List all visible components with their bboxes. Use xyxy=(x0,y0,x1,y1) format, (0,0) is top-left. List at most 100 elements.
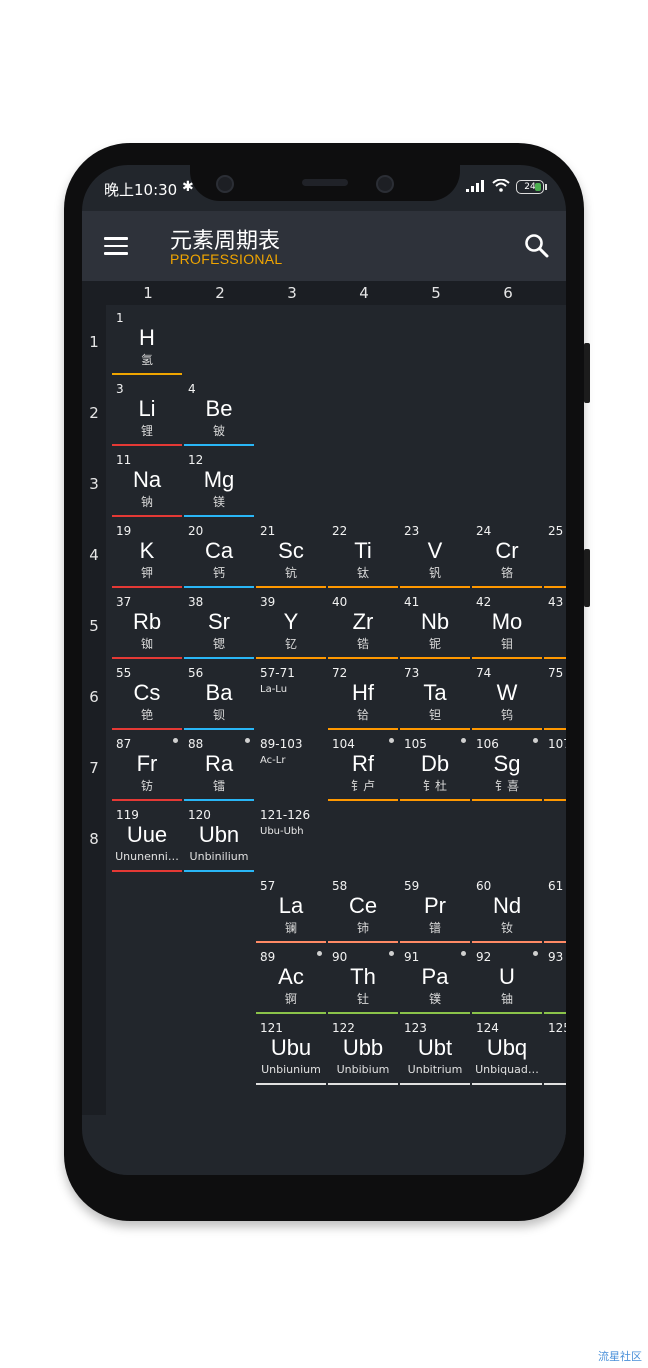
element-cell[interactable]: 41 Nb 铌 xyxy=(400,589,470,659)
category-underline xyxy=(256,941,326,943)
element-name: Unb xyxy=(544,1063,566,1076)
element-cell[interactable]: 3 Li 锂 xyxy=(112,376,182,446)
element-name: 钽 xyxy=(428,708,441,722)
element-cell[interactable]: 24 Cr 铬 xyxy=(472,518,542,588)
atomic-number: 123 xyxy=(404,1021,427,1035)
category-underline xyxy=(256,1083,326,1085)
element-cell[interactable]: 74 W 钨 xyxy=(472,660,542,730)
category-underline xyxy=(184,586,254,588)
atomic-number: 38 xyxy=(188,595,204,609)
element-cell[interactable]: 11 Na 钠 xyxy=(112,447,182,517)
element-cell[interactable]: 120 Ubn Unbinilium xyxy=(184,802,254,872)
element-cell[interactable]: 89-103 Ac-Lr xyxy=(256,731,326,801)
element-name: 锕 xyxy=(284,992,297,1006)
element-cell[interactable]: 25M xyxy=(544,518,566,588)
element-symbol: Ca xyxy=(204,538,234,563)
element-cell[interactable]: 72 Hf 铪 xyxy=(328,660,398,730)
element-cell[interactable]: 73 Ta 钽 xyxy=(400,660,470,730)
element-cell[interactable]: 121-126 Ubu-Ubh xyxy=(256,802,326,872)
element-cell[interactable]: 56 Ba 钡 xyxy=(184,660,254,730)
element-cell[interactable]: 105 Db 钅杜 xyxy=(400,731,470,801)
element-cell[interactable]: 1 H氢 xyxy=(112,305,182,375)
element-cell[interactable]: 58 Ce 铈 xyxy=(328,873,398,943)
element-cell[interactable]: 121 Ubu Unbiunium xyxy=(256,1015,326,1085)
element-cell[interactable]: 22 Ti 钛 xyxy=(328,518,398,588)
atomic-number: 125 xyxy=(548,1021,566,1035)
element-cell[interactable]: 119 Uue Ununenni… xyxy=(112,802,182,872)
atomic-number: 57 xyxy=(260,879,276,893)
element-cell[interactable]: 123 Ubt Unbitrium xyxy=(400,1015,470,1085)
element-cell[interactable]: 40 Zr 锆 xyxy=(328,589,398,659)
element-name: 铌 xyxy=(428,637,441,651)
search-icon[interactable] xyxy=(524,233,550,259)
element-cell[interactable]: 89 Ac 锕 xyxy=(256,944,326,1014)
element-cell[interactable]: 37 Rb 铷 xyxy=(112,589,182,659)
element-cell[interactable]: 39 Y 钇 xyxy=(256,589,326,659)
element-cell[interactable]: 60 Nd 钕 xyxy=(472,873,542,943)
element-cell[interactable]: 106 Sg 钅喜 xyxy=(472,731,542,801)
element-cell[interactable]: 43 xyxy=(544,589,566,659)
element-symbol: K xyxy=(139,538,155,563)
element-cell[interactable]: 88 Ra 镭 xyxy=(184,731,254,801)
element-cell[interactable]: 92 U 铀 xyxy=(472,944,542,1014)
element-cell[interactable]: 125U Unb xyxy=(544,1015,566,1085)
element-cell[interactable]: 91 Pa 镤 xyxy=(400,944,470,1014)
element-cell[interactable]: 107 xyxy=(544,731,566,801)
element-cell[interactable]: 124 Ubq Unbiquad… xyxy=(472,1015,542,1085)
menu-icon[interactable] xyxy=(104,237,128,255)
category-underline xyxy=(112,657,182,659)
element-cell[interactable]: 59 Pr 镨 xyxy=(400,873,470,943)
element-name: 镁 xyxy=(212,495,225,509)
element-cell[interactable]: 75 xyxy=(544,660,566,730)
element-name: Unbibium xyxy=(336,1063,390,1076)
element-symbol: Ra xyxy=(204,751,234,776)
category-underline xyxy=(544,941,566,943)
period-number: 5 xyxy=(89,617,99,635)
periodic-table[interactable]: 1 H 氢 3 Li 锂 4 Be 铍 11 Na 钠 12 Mg 镁 19 K 钾 20 Ca 钙 21 Sc 钪 22 Ti 钛… xyxy=(106,305,566,1175)
signal-icon xyxy=(466,179,486,195)
atomic-number: 55 xyxy=(116,666,132,680)
element-cell[interactable]: 57-71 La-Lu xyxy=(256,660,326,730)
category-underline xyxy=(112,444,182,446)
period-number: 6 xyxy=(89,688,99,706)
element-cell[interactable]: 55 Cs 铯 xyxy=(112,660,182,730)
category-underline xyxy=(184,657,254,659)
element-cell[interactable]: 90 Th 钍 xyxy=(328,944,398,1014)
category-underline xyxy=(184,799,254,801)
element-cell[interactable]: 57 La 镧 xyxy=(256,873,326,943)
atomic-number: 1 xyxy=(116,311,124,325)
element-name: Unbitrium xyxy=(407,1063,463,1076)
element-cell[interactable]: 42 Mo 钼 xyxy=(472,589,542,659)
element-name: 钫 xyxy=(140,779,153,793)
atomic-number: 22 xyxy=(332,524,348,538)
element-symbol: Pr xyxy=(424,893,446,918)
element-cell[interactable]: 104 Rf 钅卢 xyxy=(328,731,398,801)
app-subtitle: PROFESSIONAL xyxy=(170,251,283,267)
element-name: 铷 xyxy=(140,637,153,651)
element-cell[interactable]: 20 Ca 钙 xyxy=(184,518,254,588)
element-cell[interactable]: 21 Sc 钪 xyxy=(256,518,326,588)
element-name: 钕 xyxy=(500,921,513,935)
element-name: 钾 xyxy=(140,566,153,580)
atomic-number: 121 xyxy=(260,1021,283,1035)
element-cell[interactable]: 122 Ubb Unbibium xyxy=(328,1015,398,1085)
element-cell[interactable]: 61P xyxy=(544,873,566,943)
element-name: 铀 xyxy=(500,992,513,1006)
element-cell[interactable]: 38 Sr 锶 xyxy=(184,589,254,659)
element-cell[interactable]: 4 Be 铍 xyxy=(184,376,254,446)
element-name: 钡 xyxy=(212,708,225,722)
element-cell[interactable]: 93I xyxy=(544,944,566,1014)
category-underline xyxy=(112,515,182,517)
element-symbol: Pa xyxy=(421,964,449,989)
element-cell[interactable]: 23 V 钒 xyxy=(400,518,470,588)
category-underline xyxy=(328,728,398,730)
element-symbol: Zr xyxy=(352,609,374,634)
element-cell[interactable]: 87 Fr 钫 xyxy=(112,731,182,801)
element-range: Ac-Lr xyxy=(260,755,286,766)
element-name: 钨 xyxy=(500,708,513,722)
element-range: Ubu-Ubh xyxy=(260,826,304,837)
atomic-number: 3 xyxy=(116,382,124,396)
element-range: La-Lu xyxy=(260,684,288,695)
element-cell[interactable]: 19 K 钾 xyxy=(112,518,182,588)
element-cell[interactable]: 12 Mg 镁 xyxy=(184,447,254,517)
